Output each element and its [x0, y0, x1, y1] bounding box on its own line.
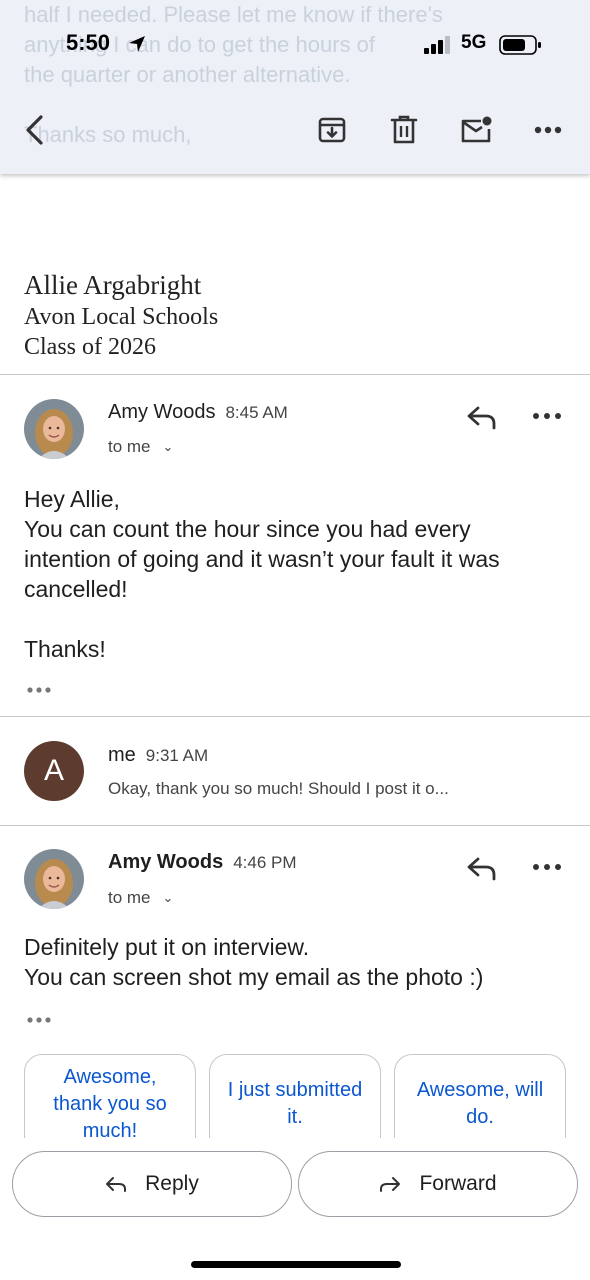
show-trimmed-content-icon[interactable]	[26, 1016, 54, 1024]
mark-unread-icon	[461, 116, 492, 143]
divider	[0, 716, 590, 717]
sender-name: Amy Woods	[108, 851, 224, 873]
status-time: 5:50	[66, 30, 111, 55]
more-horizontal-icon[interactable]	[532, 411, 562, 421]
reply-icon[interactable]	[466, 403, 498, 431]
message-body: Definitely put it on interview. You can …	[24, 934, 484, 990]
forward-button[interactable]: Forward	[298, 1151, 578, 1217]
reply-icon[interactable]	[466, 854, 498, 882]
message-time: 8:45 AM	[225, 403, 288, 422]
more-horizontal-icon[interactable]	[532, 862, 562, 872]
message-snippet[interactable]: Okay, thank you so much! Should I post i…	[108, 779, 449, 799]
location-arrow-icon	[129, 36, 145, 52]
message-time: 9:31 AM	[145, 746, 209, 765]
recipient-label: to me	[108, 888, 151, 907]
cellular-signal-icon	[424, 36, 450, 54]
more-horizontal-icon	[534, 126, 562, 134]
message-sender[interactable]: Amy Woods 8:45 AM	[108, 401, 288, 424]
avatar[interactable]	[24, 399, 84, 459]
archive-button[interactable]	[314, 112, 350, 148]
chevron-down-icon: ⌄	[162, 890, 174, 905]
recipient-label: to me	[108, 437, 151, 456]
message-toolbar	[0, 106, 590, 156]
trash-icon	[390, 115, 418, 144]
reply-button[interactable]: Reply	[12, 1151, 292, 1217]
email-signature: Allie Argabright Avon Local Schools Clas…	[24, 268, 218, 362]
network-type: 5G	[461, 32, 487, 53]
message-time: 4:46 PM	[233, 853, 297, 872]
status-bar: 5:50 5G	[0, 28, 590, 62]
message-sender[interactable]: Amy Woods 4:46 PM	[108, 851, 297, 874]
sender-name: me	[108, 744, 136, 766]
signature-class: Class of 2026	[24, 334, 156, 360]
battery-icon	[499, 35, 541, 55]
avatar[interactable]	[24, 849, 84, 909]
message-sender[interactable]: me 9:31 AM	[108, 744, 208, 767]
signature-school: Avon Local Schools	[24, 304, 219, 330]
recipient-details-toggle[interactable]: to me ⌄	[108, 888, 173, 908]
message-body: Hey Allie, You can count the hour since …	[24, 486, 500, 662]
delete-button[interactable]	[386, 112, 422, 148]
archive-icon	[318, 117, 346, 143]
mark-unread-button[interactable]	[458, 112, 494, 148]
avatar-photo	[24, 849, 84, 909]
back-button[interactable]	[16, 112, 52, 148]
forward-icon	[380, 1177, 401, 1192]
divider	[0, 825, 590, 826]
show-trimmed-content-icon[interactable]	[26, 686, 54, 694]
forward-label: Forward	[419, 1172, 497, 1195]
back-arrow-icon	[26, 115, 43, 145]
recipient-details-toggle[interactable]: to me ⌄	[108, 437, 173, 457]
signature-name: Allie Argabright	[24, 270, 202, 300]
divider	[0, 374, 590, 375]
more-options-button[interactable]	[530, 112, 566, 148]
reply-label: Reply	[145, 1172, 199, 1195]
home-indicator[interactable]	[191, 1261, 401, 1268]
sender-name: Amy Woods	[108, 401, 216, 423]
avatar[interactable]: A	[24, 741, 84, 801]
reply-icon	[106, 1177, 127, 1192]
avatar-photo	[24, 399, 84, 459]
top-app-bar: half I needed. Please let me know if the…	[0, 0, 590, 174]
chevron-down-icon: ⌄	[162, 439, 174, 454]
